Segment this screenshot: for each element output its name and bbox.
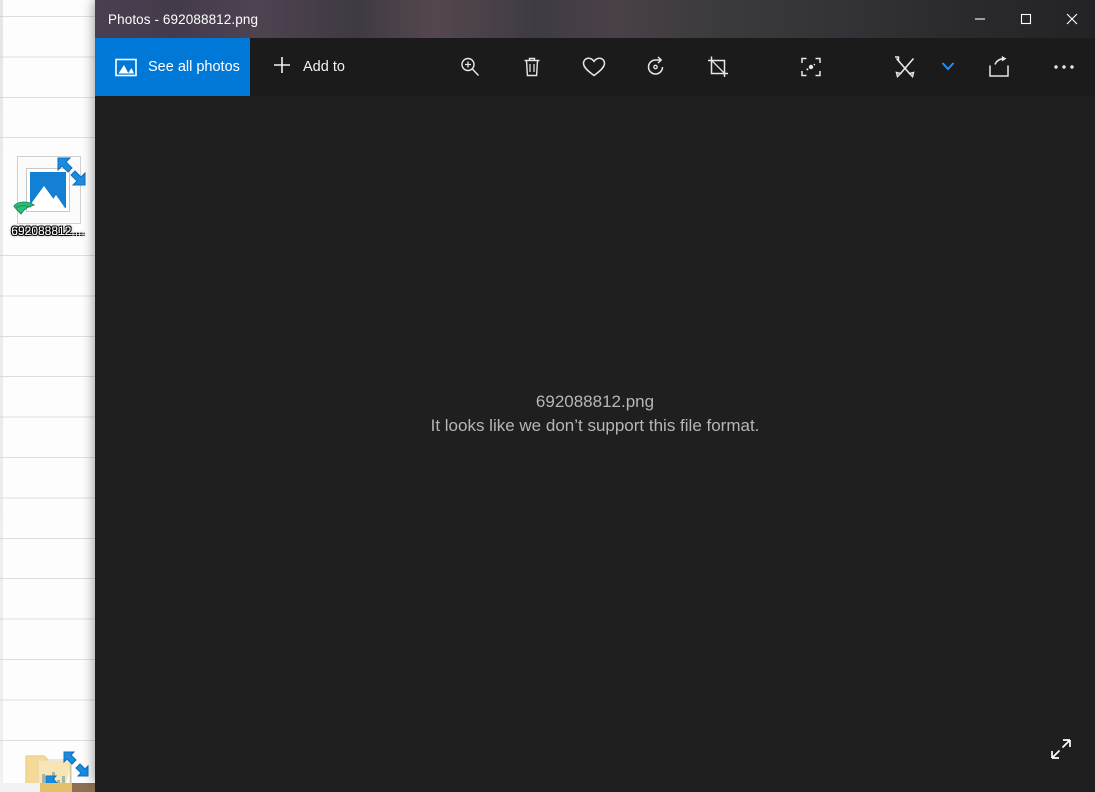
crop-icon (706, 55, 730, 79)
enhance-button[interactable] (780, 38, 842, 96)
chevron-down-icon (941, 58, 955, 76)
background-gridlines-top (0, 0, 96, 160)
caption-buttons (957, 0, 1095, 38)
magic-enhance-icon (799, 55, 823, 79)
trash-icon (520, 55, 544, 79)
zoom-button[interactable] (439, 38, 501, 96)
photo-viewer-content: 692088812.png It looks like we don’t sup… (95, 96, 1095, 783)
title-bar[interactable]: Photos - 692088812.png (95, 0, 1095, 38)
edit-create-icon (892, 54, 918, 80)
rotate-button[interactable] (625, 38, 687, 96)
add-to-label: Add to (303, 59, 345, 75)
desktop-icon-label: 692088812.... (11, 224, 85, 238)
see-more-button[interactable] (1033, 38, 1095, 96)
window-bottom-edge (95, 783, 1095, 792)
delete-button[interactable] (501, 38, 563, 96)
background-gridlines (0, 255, 96, 755)
desktop-icon-image-file[interactable]: 692088812.... (0, 156, 96, 238)
rotate-icon (644, 55, 668, 79)
photo-icon (115, 56, 137, 78)
heart-icon (581, 55, 607, 79)
image-zip-icon (12, 156, 86, 224)
edit-create-chevron-button[interactable] (931, 38, 965, 96)
fullscreen-button[interactable] (1033, 725, 1089, 777)
tool-button-group (439, 38, 842, 96)
edit-create-button[interactable] (879, 38, 931, 96)
green-badge-icon (12, 198, 38, 220)
share-button[interactable] (965, 38, 1033, 96)
add-to-button[interactable]: Add to (250, 38, 363, 96)
favorite-button[interactable] (563, 38, 625, 96)
fullscreen-arrows-icon (1048, 736, 1074, 767)
see-all-photos-button[interactable]: See all photos (95, 38, 250, 96)
zoom-in-icon (458, 55, 482, 79)
compress-arrows-overlay-icon (54, 154, 88, 188)
error-text: It looks like we don’t support this file… (430, 416, 760, 435)
photos-window: Photos - 692088812.png See all photos Ad… (95, 0, 1095, 783)
close-button[interactable] (1049, 0, 1095, 38)
screen: 692088812.... Photos - 692088812.png See… (0, 0, 1095, 792)
maximize-button[interactable] (1003, 0, 1049, 38)
plus-icon (272, 55, 292, 79)
file-name-text: 692088812.png (535, 392, 655, 411)
see-all-photos-label: See all photos (148, 59, 240, 75)
unsupported-format-message: 692088812.png It looks like we don’t sup… (95, 390, 1095, 438)
ellipsis-icon (1052, 63, 1076, 71)
minimize-button[interactable] (957, 0, 1003, 38)
background-left-edge (0, 0, 3, 792)
share-icon (987, 55, 1011, 79)
crop-button[interactable] (687, 38, 749, 96)
command-bar: See all photos Add to (95, 38, 1095, 96)
window-title: Photos - 692088812.png (108, 11, 259, 27)
edit-create-group (879, 38, 965, 96)
